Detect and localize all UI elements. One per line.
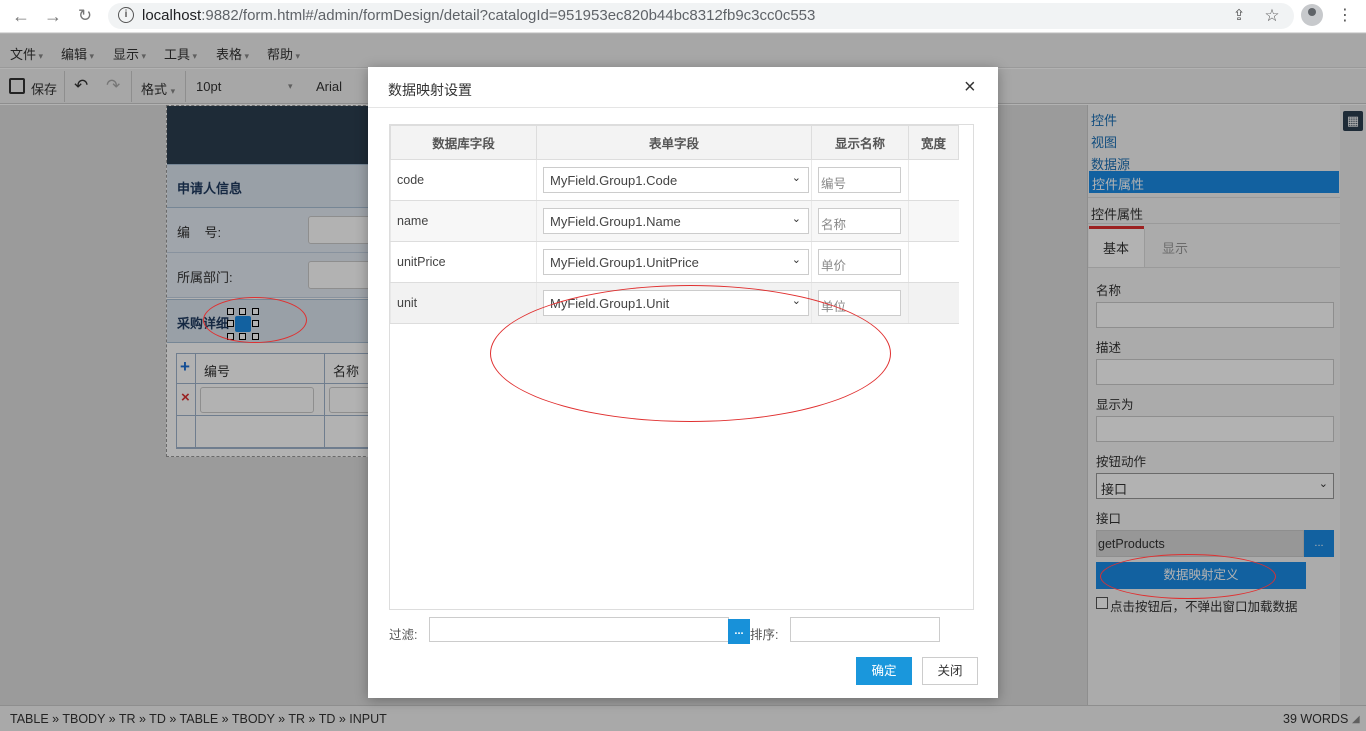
db-field-cell: unit bbox=[390, 282, 537, 324]
filter-label: 过滤: bbox=[389, 628, 418, 642]
db-field-cell: code bbox=[390, 159, 537, 201]
sort-input[interactable] bbox=[790, 617, 940, 642]
width-cell[interactable] bbox=[908, 159, 959, 201]
display-name-cell: 名称 bbox=[811, 200, 909, 242]
mapping-table: 数据库字段 表单字段 显示名称 宽度 code MyField.Group1.C… bbox=[390, 125, 959, 324]
dialog-title: 数据映射设置 bbox=[388, 82, 472, 98]
form-field-cell: MyField.Group1.Name ⌄ bbox=[536, 200, 812, 242]
chevron-down-icon: ⌄ bbox=[791, 254, 801, 266]
width-cell[interactable] bbox=[908, 282, 959, 324]
display-name-input[interactable]: 名称 bbox=[818, 208, 901, 234]
form-field-select[interactable]: MyField.Group1.Name ⌄ bbox=[543, 208, 809, 234]
close-button[interactable]: 关闭 bbox=[922, 657, 978, 685]
table-row: name MyField.Group1.Name ⌄ 名称 bbox=[390, 200, 959, 242]
form-field-select[interactable]: MyField.Group1.UnitPrice ⌄ bbox=[543, 249, 809, 275]
chevron-down-icon: ⌄ bbox=[791, 213, 801, 225]
table-row: unitPrice MyField.Group1.UnitPrice ⌄ 单价 bbox=[390, 241, 959, 283]
form-field-value: MyField.Group1.Name bbox=[550, 214, 681, 229]
display-name-input[interactable]: 编号 bbox=[818, 167, 901, 193]
table-row: code MyField.Group1.Code ⌄ 编号 bbox=[390, 159, 959, 201]
form-field-select[interactable]: MyField.Group1.Unit ⌄ bbox=[543, 290, 809, 316]
form-field-value: MyField.Group1.Code bbox=[550, 173, 678, 188]
site-info-icon[interactable]: i bbox=[118, 7, 134, 23]
url-path: :9882/form.html#/admin/formDesign/detail… bbox=[201, 7, 816, 24]
table-row: unit MyField.Group1.Unit ⌄ 单位 bbox=[390, 282, 959, 324]
url-text: localhost:9882/form.html#/admin/formDesi… bbox=[142, 7, 815, 24]
display-name-input[interactable]: 单位 bbox=[818, 290, 901, 316]
sort-label: 排序: bbox=[750, 628, 779, 642]
chevron-down-icon: ⌄ bbox=[791, 295, 801, 307]
data-mapping-dialog: 数据映射设置 × 数据库字段 表单字段 显示名称 宽度 code MyField… bbox=[368, 67, 998, 698]
width-cell[interactable] bbox=[908, 241, 959, 283]
header-db-field: 数据库字段 bbox=[390, 125, 537, 160]
chevron-down-icon: ⌄ bbox=[791, 172, 801, 184]
form-field-cell: MyField.Group1.Code ⌄ bbox=[536, 159, 812, 201]
form-field-value: MyField.Group1.Unit bbox=[550, 296, 670, 311]
header-form-field: 表单字段 bbox=[536, 125, 812, 160]
browser-toolbar: ← → ↻ i localhost:9882/form.html#/admin/… bbox=[0, 0, 1366, 33]
filter-browse-button[interactable]: ... bbox=[728, 619, 750, 644]
display-name-cell: 编号 bbox=[811, 159, 909, 201]
form-field-value: MyField.Group1.UnitPrice bbox=[550, 255, 699, 270]
mapping-table-area: 数据库字段 表单字段 显示名称 宽度 code MyField.Group1.C… bbox=[389, 124, 974, 610]
display-name-cell: 单位 bbox=[811, 282, 909, 324]
form-field-cell: MyField.Group1.UnitPrice ⌄ bbox=[536, 241, 812, 283]
star-icon[interactable]: ☆ bbox=[1262, 6, 1282, 26]
more-menu-icon[interactable]: ⋮ bbox=[1335, 6, 1355, 26]
form-field-select[interactable]: MyField.Group1.Code ⌄ bbox=[543, 167, 809, 193]
display-name-cell: 单价 bbox=[811, 241, 909, 283]
width-cell[interactable] bbox=[908, 200, 959, 242]
header-width: 宽度 bbox=[908, 125, 959, 160]
address-bar[interactable]: i localhost:9882/form.html#/admin/formDe… bbox=[108, 3, 1294, 29]
db-field-cell: name bbox=[390, 200, 537, 242]
back-icon[interactable]: ← bbox=[10, 5, 32, 27]
forward-icon[interactable]: → bbox=[42, 5, 64, 27]
profile-avatar[interactable] bbox=[1301, 4, 1323, 26]
display-name-input[interactable]: 单价 bbox=[818, 249, 901, 275]
db-field-cell: unitPrice bbox=[390, 241, 537, 283]
form-field-cell: MyField.Group1.Unit ⌄ bbox=[536, 282, 812, 324]
dialog-close-icon[interactable]: × bbox=[964, 77, 976, 97]
dialog-divider bbox=[368, 107, 998, 108]
header-display-name: 显示名称 bbox=[811, 125, 909, 160]
reload-icon[interactable]: ↻ bbox=[74, 5, 96, 27]
share-icon[interactable]: ⇪ bbox=[1229, 6, 1249, 26]
url-host: localhost bbox=[142, 7, 202, 24]
confirm-button[interactable]: 确定 bbox=[856, 657, 912, 685]
filter-input[interactable] bbox=[429, 617, 729, 642]
